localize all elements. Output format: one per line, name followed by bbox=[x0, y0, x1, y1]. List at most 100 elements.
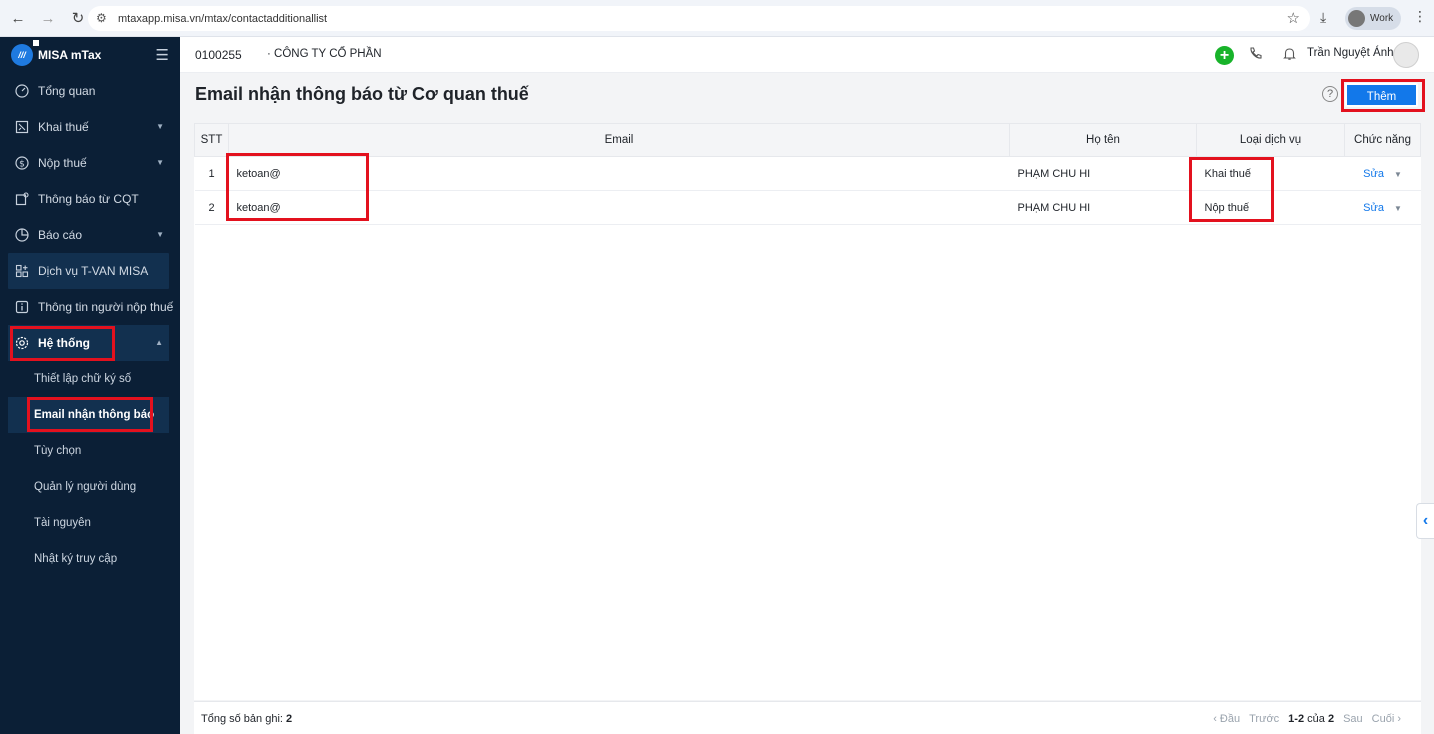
cell-actions: Sửa ▼ bbox=[1344, 156, 1421, 191]
pager-first[interactable]: ‹ Đầu bbox=[1213, 713, 1240, 725]
dashboard-icon bbox=[14, 83, 30, 99]
phone-icon[interactable] bbox=[1248, 46, 1263, 64]
cell-name: PHẠM CHU HI bbox=[1009, 190, 1197, 225]
pager-range-total: 2 bbox=[1327, 713, 1335, 725]
forward-icon[interactable]: → bbox=[36, 6, 60, 30]
pager-last[interactable]: Cuối › bbox=[1372, 713, 1401, 725]
reload-icon[interactable]: ↻ bbox=[66, 6, 90, 30]
cell-actions: Sửa ▼ bbox=[1344, 190, 1421, 225]
table-footer: Tổng số bản ghi: 2 ‹ Đầu Trước 1-2 của 2… bbox=[194, 701, 1421, 734]
sidebar-subitem-access-log[interactable]: Nhật ký truy cập bbox=[0, 541, 180, 577]
column-header-service: Loại dịch vụ bbox=[1196, 123, 1345, 157]
pager-prev[interactable]: Trước bbox=[1249, 713, 1279, 725]
cell-stt: 2 bbox=[194, 190, 229, 225]
hamburger-menu-icon[interactable]: ☰ bbox=[156, 46, 169, 64]
company-name[interactable]: · CÔNG TY CỔ PHẦN bbox=[267, 48, 382, 60]
profile-avatar bbox=[1348, 10, 1365, 27]
highlight-add-button bbox=[1341, 79, 1425, 112]
cell-stt: 1 bbox=[194, 156, 229, 191]
sidebar-item-tvan[interactable]: Dịch vụ T-VAN MISA bbox=[8, 253, 169, 289]
pager-range-of: của bbox=[1307, 713, 1325, 725]
apps-grid-icon bbox=[14, 263, 30, 279]
chevron-down-icon[interactable]: ▼ bbox=[1394, 170, 1402, 179]
chevron-down-icon: ▼ bbox=[156, 230, 164, 239]
column-header-email: Email bbox=[228, 123, 1010, 157]
cell-email: ketoan@ bbox=[228, 190, 1010, 225]
gear-icon bbox=[14, 335, 30, 351]
chevron-up-icon: ▲ bbox=[155, 338, 163, 347]
profile-button[interactable]: Work bbox=[1345, 7, 1401, 30]
download-icon[interactable]: ⤓ bbox=[1320, 9, 1326, 26]
help-icon[interactable]: ? bbox=[1322, 86, 1338, 102]
plus-icon[interactable]: + bbox=[1215, 46, 1234, 65]
total-value: 2 bbox=[286, 713, 293, 725]
sidebar-subitem-user-management[interactable]: Quản lý người dùng bbox=[0, 469, 180, 505]
profile-label: Work bbox=[1370, 13, 1394, 24]
pager-next[interactable]: Sau bbox=[1343, 713, 1363, 725]
sidebar-subitem-resources[interactable]: Tài nguyên bbox=[0, 505, 180, 541]
sidebar-item-label: Dịch vụ T-VAN MISA bbox=[38, 264, 149, 278]
table-header-row: STT Email Họ tên Loại dịch vụ Chức năng bbox=[194, 123, 1421, 157]
sidebar-item-overview[interactable]: Tổng quan bbox=[0, 73, 180, 109]
chevron-down-icon[interactable]: ▼ bbox=[1394, 204, 1402, 213]
sidebar-item-label: Nộp thuế bbox=[38, 156, 87, 170]
chevron-down-icon: ▼ bbox=[156, 122, 164, 131]
sidebar-item-label: Hệ thống bbox=[38, 336, 90, 350]
sidebar-item-tax-declaration[interactable]: Khai thuế ▼ bbox=[0, 109, 180, 145]
edit-link[interactable]: Sửa bbox=[1363, 202, 1384, 214]
table-row[interactable]: 2 ketoan@ PHẠM CHU HI Nộp thuế Sửa ▼ bbox=[194, 190, 1421, 225]
bookmark-star-icon[interactable]: ☆ bbox=[1287, 9, 1300, 27]
brand[interactable]: /// MISA mTax ☰ bbox=[0, 37, 180, 73]
sidebar-item-label: Thông báo từ CQT bbox=[38, 192, 139, 206]
site-settings-icon[interactable]: ⚙ bbox=[96, 11, 107, 25]
total-records: Tổng số bản ghi: 2 bbox=[201, 713, 292, 725]
page-header: Email nhận thông báo từ Cơ quan thuế ? T… bbox=[180, 73, 1434, 117]
svg-text:$: $ bbox=[19, 160, 25, 170]
sidebar-subitem-options[interactable]: Tùy chọn bbox=[0, 433, 180, 469]
bell-icon[interactable] bbox=[1282, 46, 1297, 64]
pager-range: 1-2 của 2 bbox=[1288, 713, 1334, 725]
tax-code[interactable]: 0100255 bbox=[195, 48, 242, 62]
document-calc-icon bbox=[14, 119, 30, 135]
cell-service: Nộp thuế bbox=[1196, 190, 1345, 225]
address-bar[interactable]: ⚙ mtaxapp.misa.vn/mtax/contactadditional… bbox=[88, 6, 1310, 31]
column-header-name: Họ tên bbox=[1009, 123, 1197, 157]
table-row[interactable]: 1 ketoan@ PHẠM CHU HI Khai thuế Sửa ▼ bbox=[194, 156, 1421, 191]
pagination: ‹ Đầu Trước 1-2 của 2 Sau Cuối › bbox=[1213, 713, 1401, 725]
back-icon[interactable]: ← bbox=[6, 6, 30, 30]
cell-email: ketoan@ bbox=[228, 156, 1010, 191]
sidebar-item-taxpayer-info[interactable]: Thông tin người nộp thuế bbox=[0, 289, 180, 325]
browser-menu-icon[interactable]: ⋮ bbox=[1413, 8, 1427, 25]
page-title: Email nhận thông báo từ Cơ quan thuế bbox=[195, 84, 529, 104]
main-content: Email nhận thông báo từ Cơ quan thuế ? T… bbox=[180, 73, 1434, 734]
sidebar-item-label: Tổng quan bbox=[38, 84, 96, 98]
dollar-icon: $ bbox=[14, 155, 30, 171]
sidebar-item-system[interactable]: Hệ thống ▲ bbox=[8, 325, 169, 361]
pie-chart-icon bbox=[14, 227, 30, 243]
cell-name: PHẠM CHU HI bbox=[1009, 156, 1197, 191]
sidebar-item-notifications[interactable]: Thông báo từ CQT bbox=[0, 181, 180, 217]
sidebar-item-label: Báo cáo bbox=[38, 228, 83, 242]
info-icon bbox=[14, 299, 30, 315]
notification-doc-icon bbox=[14, 191, 30, 207]
avatar[interactable] bbox=[1393, 42, 1419, 68]
email-table: STT Email Họ tên Loại dịch vụ Chức năng … bbox=[194, 123, 1421, 700]
edit-link[interactable]: Sửa bbox=[1363, 168, 1384, 180]
cell-service: Khai thuế bbox=[1196, 156, 1345, 191]
sidebar-item-tax-payment[interactable]: $ Nộp thuế ▼ bbox=[0, 145, 180, 181]
sidebar-item-reports[interactable]: Báo cáo ▼ bbox=[0, 217, 180, 253]
sidebar-subitem-digital-signature[interactable]: Thiết lập chữ ký số bbox=[0, 361, 180, 397]
column-header-actions: Chức năng bbox=[1344, 123, 1421, 157]
top-header: 0100255 · CÔNG TY CỔ PHẦN + Trần Nguyệt … bbox=[180, 37, 1434, 73]
misa-logo-icon: /// bbox=[11, 44, 33, 66]
column-header-stt: STT bbox=[194, 123, 229, 157]
brand-name: MISA mTax bbox=[38, 48, 102, 62]
sidebar-subitem-email-notify[interactable]: Email nhận thông báo bbox=[8, 397, 169, 433]
chevron-down-icon: ▼ bbox=[156, 158, 164, 167]
total-label: Tổng số bản ghi: bbox=[201, 713, 283, 725]
user-name[interactable]: Trần Nguyệt Ánh bbox=[1307, 47, 1394, 59]
collapse-panel-icon[interactable]: ‹ bbox=[1416, 503, 1434, 539]
pager-range-bold: 1-2 bbox=[1288, 713, 1305, 725]
url-text: mtaxapp.misa.vn/mtax/contactadditionalli… bbox=[118, 12, 328, 25]
brand-dot bbox=[33, 40, 39, 46]
